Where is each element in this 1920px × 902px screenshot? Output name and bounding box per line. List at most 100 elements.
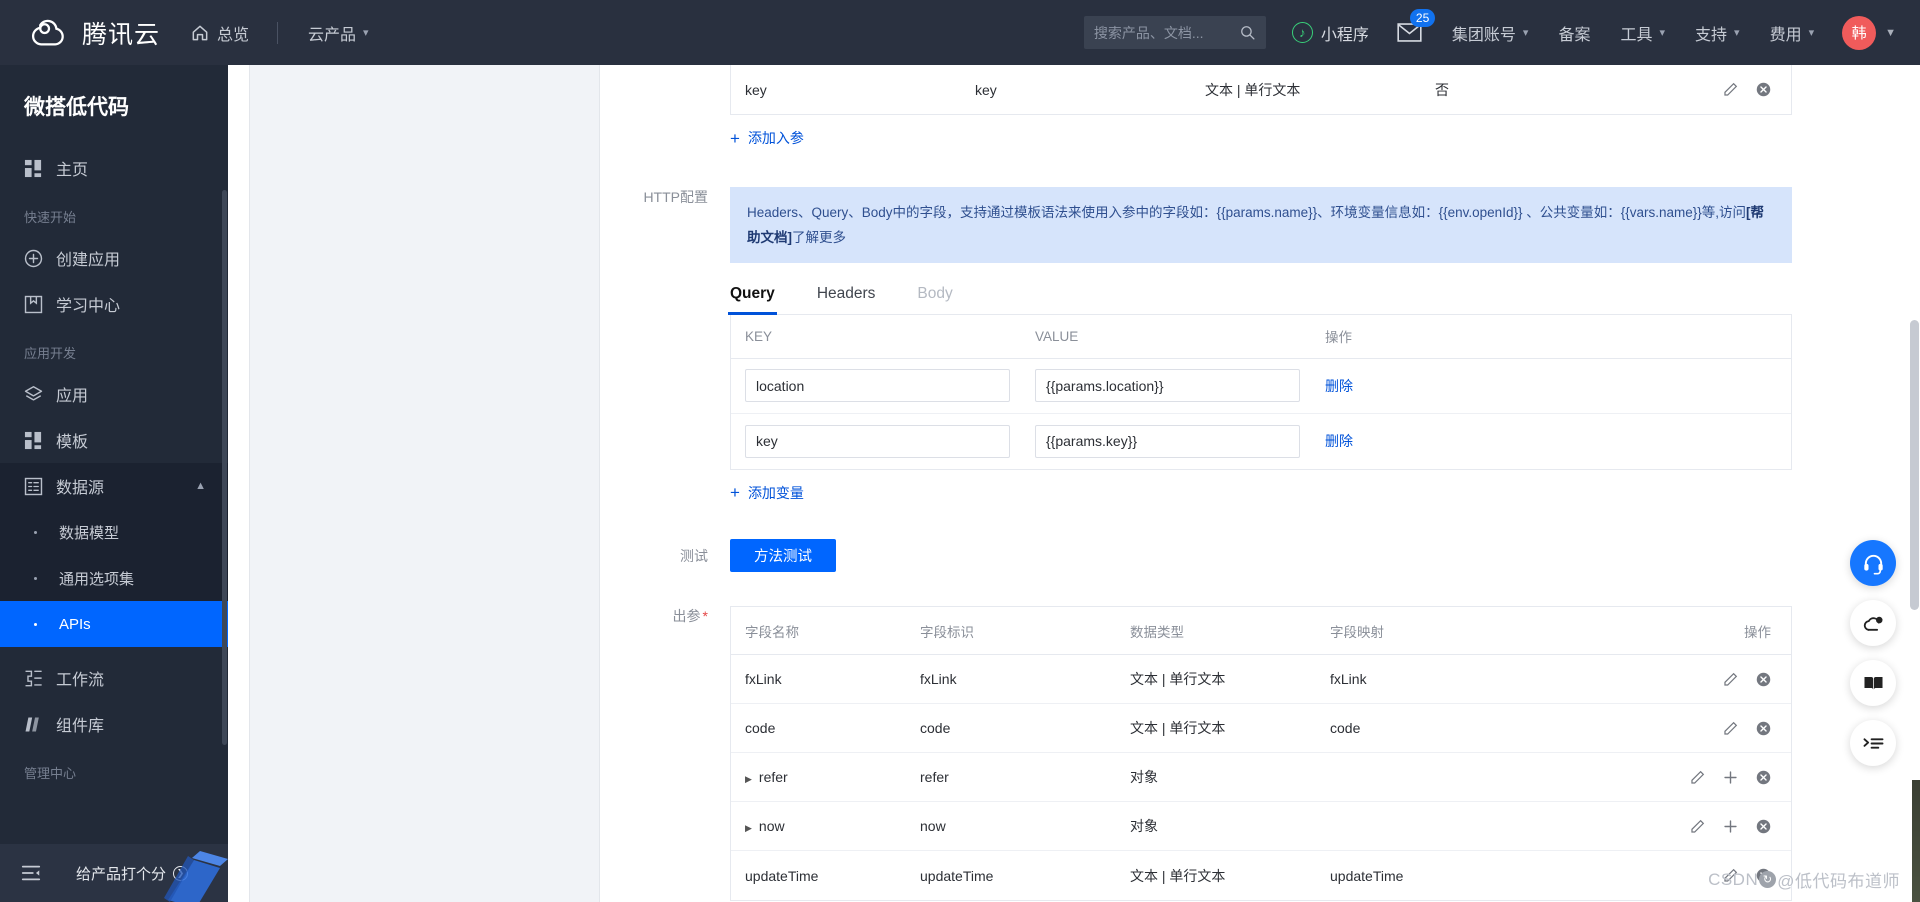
api-list-pane[interactable] xyxy=(250,65,600,902)
customer-service-button[interactable] xyxy=(1850,540,1896,586)
delete-circle-icon[interactable] xyxy=(1756,672,1771,687)
sidebar-item-apis-label: APIs xyxy=(59,615,91,633)
mini-program-entry[interactable]: ♪ 小程序 xyxy=(1291,21,1369,45)
mini-program-icon: ♪ xyxy=(1291,22,1313,43)
sidebar-item-data-model[interactable]: 数据模型 xyxy=(0,509,228,555)
pencil-icon[interactable] xyxy=(1690,770,1705,785)
pencil-icon[interactable] xyxy=(1723,868,1738,883)
pencil-icon[interactable] xyxy=(1723,82,1738,97)
add-child-field-icon[interactable] xyxy=(1723,819,1738,834)
column-header-action: 操作 xyxy=(1744,624,1771,640)
sidebar-item-create-app[interactable]: 创建应用 xyxy=(0,235,228,281)
pencil-icon[interactable] xyxy=(1723,721,1738,736)
collapse-icon[interactable] xyxy=(20,862,42,884)
delete-query-row-1[interactable]: 删除 xyxy=(1325,433,1353,449)
row-actions xyxy=(1709,721,1791,736)
delete-query-row-0[interactable]: 删除 xyxy=(1325,378,1353,394)
nav-item-billing-label: 费用 xyxy=(1769,26,1802,44)
table-row[interactable]: key key 文本 | 单行文本 否 xyxy=(731,65,1791,114)
nav-item-tools[interactable]: 工具 ▾ xyxy=(1620,0,1665,65)
sidebar-group-admin: 管理中心 xyxy=(24,766,77,781)
nav-item-overview[interactable]: 总览 xyxy=(190,0,249,65)
pencil-icon[interactable] xyxy=(1690,819,1705,834)
delete-circle-icon[interactable] xyxy=(1756,770,1771,785)
search-icon[interactable] xyxy=(1239,24,1256,41)
bullet-icon xyxy=(34,530,37,534)
pencil-icon[interactable] xyxy=(1723,672,1738,687)
output-field-name: updateTime xyxy=(745,867,819,884)
message-center-button[interactable]: 25 xyxy=(1397,9,1436,42)
chevron-down-icon: ▾ xyxy=(1659,27,1666,39)
table-row[interactable]: ▶ now now 对象 xyxy=(731,802,1791,851)
nav-item-billing[interactable]: 费用 ▾ xyxy=(1770,0,1815,65)
test-body: 方法测试 xyxy=(730,539,1920,572)
expand-triangle-icon[interactable]: ▶ xyxy=(745,823,752,834)
query-key-input-1[interactable] xyxy=(745,424,1010,458)
sidebar-item-option-set[interactable]: 通用选项集 xyxy=(0,555,228,601)
expand-triangle-icon[interactable]: ▶ xyxy=(745,774,752,785)
table-row[interactable]: ▶ refer refer 对象 xyxy=(731,753,1791,802)
column-header-value: VALUE xyxy=(1035,328,1079,344)
sidebar-item-template[interactable]: 模板 xyxy=(0,417,228,463)
delete-circle-icon[interactable] xyxy=(1756,721,1771,736)
sidebar-item-application[interactable]: 应用 xyxy=(0,371,228,417)
row-actions xyxy=(1709,672,1791,687)
output-field-mapping: fxLink xyxy=(1330,671,1367,687)
table-row[interactable]: code code 文本 | 单行文本 code xyxy=(731,704,1791,753)
add-child-field-icon[interactable] xyxy=(1723,770,1738,785)
table-row[interactable]: fxLink fxLink 文本 | 单行文本 fxLink xyxy=(731,655,1791,704)
query-value-input-1[interactable] xyxy=(1035,424,1300,458)
sidebar-item-learning-center[interactable]: 学习中心 xyxy=(0,281,228,327)
nav-item-cloud-products[interactable]: 云产品 ▾ xyxy=(308,0,369,65)
tab-headers[interactable]: Headers xyxy=(817,285,876,314)
search-input[interactable] xyxy=(1093,24,1234,41)
required-mark: * xyxy=(702,608,708,624)
output-data-type: 对象 xyxy=(1130,818,1158,834)
sidebar-item-datasource[interactable]: 数据源 ▲ xyxy=(0,463,228,509)
output-field-name: fxLink xyxy=(745,671,782,687)
sidebar-scrollbar[interactable] xyxy=(222,190,227,745)
delete-circle-icon[interactable] xyxy=(1756,819,1771,834)
output-field-name-text: refer xyxy=(758,769,788,785)
tab-body[interactable]: Body xyxy=(917,285,952,314)
add-variable-link[interactable]: + 添加变量 xyxy=(730,483,804,503)
query-key-input-0[interactable] xyxy=(745,369,1010,402)
documentation-button[interactable] xyxy=(1850,660,1896,706)
query-key-cell xyxy=(731,424,1021,458)
avatar[interactable]: 韩 xyxy=(1842,15,1877,50)
delete-circle-icon[interactable] xyxy=(1756,868,1771,883)
sidebar-item-component-library[interactable]: 组件库 xyxy=(0,701,228,747)
column-header-field-mapping: 字段映射 xyxy=(1330,624,1384,640)
sidebar-item-application-label: 应用 xyxy=(56,388,89,405)
http-config-alert: Headers、Query、Body中的字段，支持通过模板语法来使用入参中的字段… xyxy=(730,186,1792,263)
nav-item-support-label: 支持 xyxy=(1695,26,1728,44)
sidebar-item-apis[interactable]: APIs xyxy=(0,601,228,647)
cloud-notice-button[interactable] xyxy=(1850,600,1896,646)
tab-query[interactable]: Query xyxy=(728,285,777,315)
table-row[interactable]: updateTime updateTime 文本 | 单行文本 updateTi… xyxy=(731,851,1791,900)
row-actions xyxy=(1676,770,1791,785)
delete-circle-icon[interactable] xyxy=(1756,82,1771,97)
output-data-type: 对象 xyxy=(1130,769,1158,785)
method-test-button[interactable]: 方法测试 xyxy=(730,539,836,572)
test-row: 测试 方法测试 xyxy=(600,539,1920,572)
nav-item-support[interactable]: 支持 ▾ xyxy=(1695,0,1740,65)
http-config-tabs: Query Headers Body xyxy=(728,285,1792,315)
sidebar-item-home[interactable]: 主页 xyxy=(0,145,228,191)
alert-text-part1: Headers、Query、Body中的字段，支持通过模板语法来使用入参中的字段… xyxy=(747,204,1747,220)
brand-logo-group[interactable]: 腾讯云 xyxy=(28,12,160,54)
query-value-input-0[interactable] xyxy=(1035,369,1300,402)
nav-item-group-account[interactable]: 集团账号 ▾ xyxy=(1452,0,1529,65)
cell-data-type: 文本 | 单行文本 xyxy=(1205,81,1301,98)
avatar-chevron-down-icon[interactable]: ▼ xyxy=(1885,27,1896,39)
row-actions xyxy=(1709,868,1791,883)
search-box[interactable] xyxy=(1083,16,1266,49)
add-input-param-label: 添加入参 xyxy=(747,130,804,146)
sidebar-item-workflow[interactable]: 工作流 xyxy=(0,655,228,701)
console-list-button[interactable] xyxy=(1850,720,1896,766)
column-header-data-type: 数据类型 xyxy=(1130,624,1184,640)
page-scrollbar[interactable] xyxy=(1910,320,1919,610)
chevron-up-icon[interactable]: ▲ xyxy=(195,480,206,492)
add-input-param-link[interactable]: + 添加入参 xyxy=(730,128,804,148)
nav-item-beian[interactable]: 备案 xyxy=(1558,0,1590,65)
